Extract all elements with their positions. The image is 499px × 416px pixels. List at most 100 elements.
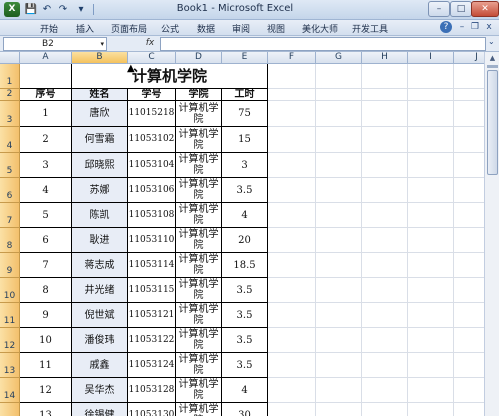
column-header-b[interactable]: B bbox=[72, 52, 128, 64]
college-cell[interactable]: 计算机学院 bbox=[176, 278, 222, 303]
row-header-15[interactable]: 15 bbox=[0, 403, 20, 416]
empty-cell[interactable] bbox=[362, 328, 408, 353]
empty-cell[interactable] bbox=[362, 228, 408, 253]
scroll-thumb[interactable] bbox=[487, 70, 498, 175]
undo-icon[interactable]: ↶ bbox=[40, 3, 54, 16]
save-icon[interactable]: 💾 bbox=[24, 3, 38, 16]
expand-formula-bar-icon[interactable]: ⌄ bbox=[488, 37, 495, 46]
hours-cell[interactable]: 30 bbox=[222, 403, 268, 416]
seq-cell[interactable]: 9 bbox=[20, 303, 72, 328]
empty-cell[interactable] bbox=[316, 403, 362, 416]
empty-cell[interactable] bbox=[408, 127, 454, 153]
college-cell[interactable]: 计算机学院 bbox=[176, 178, 222, 203]
empty-cell[interactable] bbox=[408, 64, 454, 89]
empty-cell[interactable] bbox=[362, 178, 408, 203]
row-header-6[interactable]: 6 bbox=[0, 178, 20, 203]
row-header-12[interactable]: 12 bbox=[0, 328, 20, 353]
row-header-8[interactable]: 8 bbox=[0, 228, 20, 253]
row-header-5[interactable]: 5 bbox=[0, 153, 20, 178]
empty-cell[interactable] bbox=[362, 89, 408, 101]
row-header-13[interactable]: 13 bbox=[0, 353, 20, 378]
insert-function-icon[interactable]: fx bbox=[143, 37, 157, 49]
empty-cell[interactable] bbox=[316, 89, 362, 101]
college-cell[interactable]: 计算机学院 bbox=[176, 303, 222, 328]
empty-cell[interactable] bbox=[362, 101, 408, 127]
seq-cell[interactable]: 13 bbox=[20, 403, 72, 416]
seq-cell[interactable]: 3 bbox=[20, 153, 72, 178]
row-header-14[interactable]: 14 bbox=[0, 378, 20, 403]
column-header-f[interactable]: F bbox=[268, 52, 316, 64]
formula-input[interactable] bbox=[160, 37, 486, 51]
student-id-cell[interactable]: 11053124 bbox=[128, 353, 176, 378]
empty-cell[interactable] bbox=[362, 378, 408, 403]
college-cell[interactable]: 计算机学院 bbox=[176, 353, 222, 378]
empty-cell[interactable] bbox=[408, 328, 454, 353]
row-header-7[interactable]: 7 bbox=[0, 203, 20, 228]
student-id-cell[interactable]: 11053121 bbox=[128, 303, 176, 328]
student-id-cell[interactable]: 11053114 bbox=[128, 253, 176, 278]
tab-insert[interactable]: 插入 bbox=[76, 22, 94, 35]
tab-formulas[interactable]: 公式 bbox=[161, 22, 179, 35]
name-cell[interactable]: 徐锡健 bbox=[72, 403, 128, 416]
name-cell[interactable]: 唐欣 bbox=[72, 101, 128, 127]
name-cell[interactable]: 戚鑫 bbox=[72, 353, 128, 378]
college-cell[interactable]: 计算机学院 bbox=[176, 203, 222, 228]
header-name[interactable]: 姓名 bbox=[72, 89, 128, 101]
seq-cell[interactable]: 8 bbox=[20, 278, 72, 303]
close-button[interactable]: ✕ bbox=[471, 1, 499, 17]
seq-cell[interactable]: 2 bbox=[20, 127, 72, 153]
excel-logo-icon[interactable]: X bbox=[4, 2, 20, 17]
empty-cell[interactable] bbox=[408, 101, 454, 127]
empty-cell[interactable] bbox=[316, 228, 362, 253]
empty-cell[interactable] bbox=[408, 89, 454, 101]
vertical-scrollbar[interactable]: ▲ bbox=[484, 52, 499, 416]
empty-cell[interactable] bbox=[362, 278, 408, 303]
seq-cell[interactable]: 1 bbox=[20, 101, 72, 127]
student-id-cell[interactable]: 11015218 bbox=[128, 101, 176, 127]
student-id-cell[interactable]: 11053115 bbox=[128, 278, 176, 303]
row-header-4[interactable]: 4 bbox=[0, 127, 20, 153]
column-header-h[interactable]: H bbox=[362, 52, 408, 64]
hours-cell[interactable]: 15 bbox=[222, 127, 268, 153]
empty-cell[interactable] bbox=[408, 378, 454, 403]
hours-cell[interactable]: 3.5 bbox=[222, 278, 268, 303]
student-id-cell[interactable]: 11053122 bbox=[128, 328, 176, 353]
empty-cell[interactable] bbox=[408, 303, 454, 328]
empty-cell[interactable] bbox=[268, 353, 316, 378]
empty-cell[interactable] bbox=[316, 127, 362, 153]
empty-cell[interactable] bbox=[362, 127, 408, 153]
select-all-corner[interactable] bbox=[0, 52, 20, 64]
empty-cell[interactable] bbox=[268, 253, 316, 278]
ribbon-close-icon[interactable]: x bbox=[483, 21, 495, 33]
column-header-g[interactable]: G bbox=[316, 52, 362, 64]
empty-cell[interactable] bbox=[408, 403, 454, 416]
empty-cell[interactable] bbox=[316, 178, 362, 203]
empty-cell[interactable] bbox=[268, 328, 316, 353]
empty-cell[interactable] bbox=[362, 253, 408, 278]
name-cell[interactable]: 井光绪 bbox=[72, 278, 128, 303]
seq-cell[interactable]: 6 bbox=[20, 228, 72, 253]
empty-cell[interactable] bbox=[268, 303, 316, 328]
empty-cell[interactable] bbox=[362, 203, 408, 228]
empty-cell[interactable] bbox=[316, 278, 362, 303]
empty-cell[interactable] bbox=[316, 153, 362, 178]
empty-cell[interactable] bbox=[408, 228, 454, 253]
empty-cell[interactable] bbox=[268, 64, 316, 89]
redo-icon[interactable]: ↷ bbox=[56, 3, 70, 16]
name-box[interactable]: B2 ▾ bbox=[3, 37, 107, 51]
empty-cell[interactable] bbox=[316, 353, 362, 378]
seq-cell[interactable]: 4 bbox=[20, 178, 72, 203]
empty-cell[interactable] bbox=[362, 303, 408, 328]
empty-cell[interactable] bbox=[268, 153, 316, 178]
college-cell[interactable]: 计算机学院 bbox=[176, 403, 222, 416]
empty-cell[interactable] bbox=[408, 253, 454, 278]
ribbon-minimize-icon[interactable]: – bbox=[456, 21, 468, 33]
name-cell[interactable]: 蒋志成 bbox=[72, 253, 128, 278]
empty-cell[interactable] bbox=[362, 353, 408, 378]
empty-cell[interactable] bbox=[268, 101, 316, 127]
maximize-button[interactable]: □ bbox=[450, 1, 472, 17]
hours-cell[interactable]: 4 bbox=[222, 203, 268, 228]
empty-cell[interactable] bbox=[316, 303, 362, 328]
hours-cell[interactable]: 75 bbox=[222, 101, 268, 127]
empty-cell[interactable] bbox=[408, 353, 454, 378]
